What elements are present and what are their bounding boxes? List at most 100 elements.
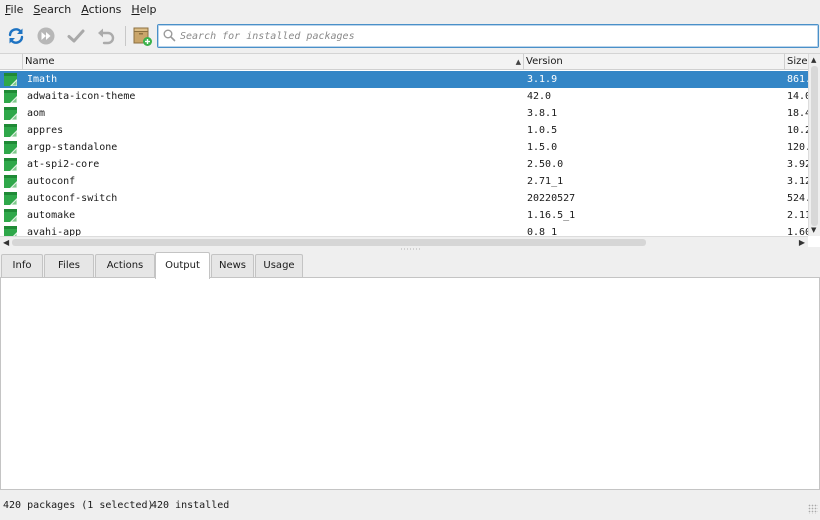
cell-size: 2.11 (787, 210, 808, 221)
tab-usage-label: Usage (263, 260, 295, 271)
cell-name: adwaita-icon-theme (27, 91, 136, 102)
install-local-package-icon (133, 27, 152, 46)
table-body: Imath 3.1.9 861. adwaita-icon-theme 42.0 14.0… (0, 71, 808, 236)
toolbar (0, 21, 820, 52)
menu-search-label: earch (40, 3, 72, 16)
cell-version: 2.50.0 (527, 159, 564, 170)
cell-size: 14.0 (787, 91, 808, 102)
table-row[interactable]: autoconf-switch 20220527 524. (0, 190, 808, 207)
cell-version: 3.1.9 (527, 74, 558, 85)
installed-package-icon (4, 158, 17, 171)
menubar: File Search Actions Help (0, 0, 820, 20)
apply-icon (67, 29, 85, 43)
menu-help-mnemonic: H (131, 3, 140, 16)
app-window: File Search Actions Help Search for inst… (0, 0, 820, 520)
menu-file[interactable]: File (0, 0, 28, 20)
column-header-name[interactable]: Name ▲ (22, 54, 524, 70)
output-panel[interactable] (0, 277, 820, 490)
cell-name: appres (27, 125, 64, 136)
cell-size: 3.12 (787, 176, 808, 187)
undo-button[interactable] (93, 23, 119, 49)
installed-package-icon (4, 141, 17, 154)
menu-actions[interactable]: Actions (76, 0, 126, 20)
cell-name: automake (27, 210, 76, 221)
table-row[interactable]: adwaita-icon-theme 42.0 14.0 (0, 88, 808, 105)
tab-info[interactable]: Info (1, 254, 43, 278)
table-row[interactable]: automake 1.16.5_1 2.11 (0, 207, 808, 224)
cell-version: 2.71_1 (527, 176, 564, 187)
vertical-scroll-thumb[interactable] (811, 66, 818, 226)
tab-news[interactable]: News (211, 254, 254, 278)
table-row[interactable]: at-spi2-core 2.50.0 3.92 (0, 156, 808, 173)
column-header-version-label: Version (526, 56, 563, 67)
cell-version: 1.0.5 (527, 125, 558, 136)
installed-package-icon (4, 73, 17, 86)
refresh-icon (8, 28, 24, 44)
cell-version: 1.5.0 (527, 142, 558, 153)
sort-ascending-icon: ▲ (515, 58, 521, 66)
tab-output[interactable]: Output (155, 252, 210, 279)
table-row[interactable]: avahi-app 0.8_1 1.60 (0, 224, 808, 236)
column-header-version[interactable]: Version (523, 54, 784, 70)
cell-name: at-spi2-core (27, 159, 100, 170)
details-tabs: Info Files Actions Output News Usage (0, 252, 820, 279)
install-local-package-button[interactable] (129, 23, 155, 49)
status-package-count: 420 packages (1 selected) (3, 500, 154, 511)
tab-files[interactable]: Files (44, 254, 94, 278)
apply-button[interactable] (63, 23, 89, 49)
cell-version: 20220527 (527, 193, 576, 204)
installed-package-icon (4, 175, 17, 188)
cell-size: 861. (787, 74, 808, 85)
upgrade-all-button[interactable] (33, 23, 59, 49)
undo-icon (98, 28, 115, 45)
installed-package-icon (4, 209, 17, 222)
menu-help[interactable]: Help (126, 0, 161, 20)
upgrade-all-icon (37, 27, 55, 45)
tab-usage[interactable]: Usage (255, 254, 303, 278)
menu-file-label: ile (10, 3, 24, 16)
table-row[interactable]: autoconf 2.71_1 3.12 (0, 173, 808, 190)
tab-output-label: Output (165, 260, 200, 271)
cell-name: autoconf-switch (27, 193, 118, 204)
scroll-down-icon[interactable]: ▼ (811, 226, 816, 234)
cell-name: avahi-app (27, 227, 82, 236)
cell-version: 0.8_1 (527, 227, 558, 236)
cell-name: autoconf (27, 176, 76, 187)
installed-package-icon (4, 226, 17, 236)
tab-info-label: Info (12, 260, 32, 271)
table-header: Name ▲ Version Size (0, 54, 808, 70)
search-box[interactable] (157, 24, 819, 48)
vertical-scrollbar[interactable]: ▲ ▼ (808, 54, 820, 236)
horizontal-scroll-thumb[interactable] (12, 239, 646, 246)
table-row[interactable]: appres 1.0.5 10.2 (0, 122, 808, 139)
scroll-right-icon[interactable]: ▶ (799, 238, 805, 247)
column-header-size-label: Size (787, 56, 808, 67)
resize-grip-icon[interactable] (808, 504, 818, 514)
cell-name: aom (27, 108, 46, 119)
scroll-up-icon[interactable]: ▲ (811, 56, 816, 64)
menu-help-label: elp (139, 3, 157, 16)
table-row[interactable]: argp-standalone 1.5.0 120. (0, 139, 808, 156)
search-icon (163, 29, 176, 42)
cell-version: 1.16.5_1 (527, 210, 576, 221)
search-input[interactable] (180, 27, 810, 45)
menu-actions-mnemonic: A (81, 3, 89, 16)
scroll-left-icon[interactable]: ◀ (3, 238, 9, 247)
tab-news-label: News (218, 260, 247, 271)
installed-package-icon (4, 192, 17, 205)
cell-size: 18.4 (787, 108, 808, 119)
splitter-grip-icon (400, 248, 420, 250)
table-row[interactable]: Imath 3.1.9 861. (0, 71, 808, 88)
horizontal-scrollbar[interactable]: ◀ ▶ (0, 236, 808, 247)
status-installed-count: 420 installed (151, 500, 230, 511)
installed-package-icon (4, 107, 17, 120)
cell-version: 42.0 (527, 91, 552, 102)
tab-actions[interactable]: Actions (95, 254, 155, 278)
table-row[interactable]: aom 3.8.1 18.4 (0, 105, 808, 122)
cell-name: argp-standalone (27, 142, 118, 153)
sync-button[interactable] (3, 23, 29, 49)
status-bar: 420 packages (1 selected) 420 installed (0, 498, 820, 516)
cell-size: 3.92 (787, 159, 808, 170)
menu-search[interactable]: Search (28, 0, 76, 20)
menu-actions-label: ctions (88, 3, 122, 16)
